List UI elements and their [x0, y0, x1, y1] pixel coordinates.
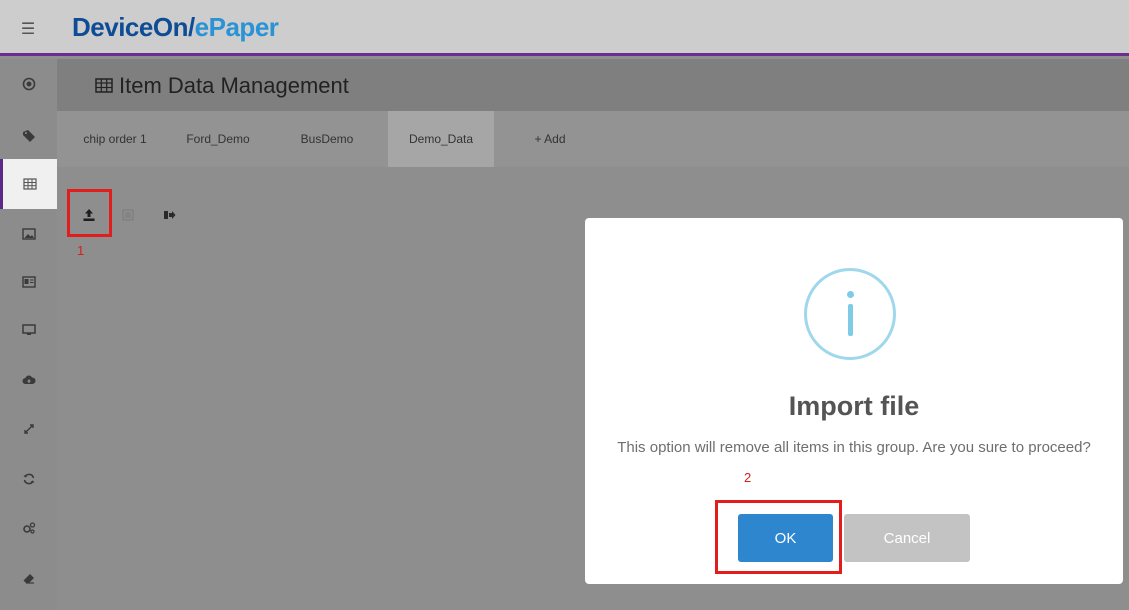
cancel-button[interactable]: Cancel: [844, 514, 970, 562]
top-bar: ☰ DeviceOn/ePaper: [0, 0, 1129, 56]
export-button[interactable]: [155, 201, 183, 229]
tab-chip-order-1[interactable]: chip order 1: [65, 111, 165, 167]
sidebar-item-settings[interactable]: [0, 503, 57, 553]
tag-icon: [22, 130, 35, 142]
sidebar-item-item-data[interactable]: [0, 159, 57, 209]
page-header: Item Data Management: [57, 59, 1129, 111]
sign-out-icon: [163, 211, 175, 219]
highlight-box-import: [67, 189, 112, 237]
sidebar-item-devices[interactable]: [0, 305, 57, 355]
page-title: Item Data Management: [119, 73, 349, 98]
expand-icon: [23, 424, 34, 434]
sidebar-item-images[interactable]: [0, 209, 57, 259]
sidebar-item-dashboard[interactable]: [0, 59, 57, 109]
table-icon: [95, 78, 113, 93]
tab-busdemo[interactable]: BusDemo: [287, 111, 367, 167]
sidebar-item-sync[interactable]: [0, 454, 57, 504]
sidebar-item-tags[interactable]: [0, 111, 57, 161]
tab-demo-data[interactable]: Demo_Data: [388, 111, 494, 167]
sidebar-item-clear[interactable]: [0, 553, 57, 603]
sidebar-item-cloud[interactable]: [0, 355, 57, 405]
brand-logo[interactable]: DeviceOn/ePaper: [72, 12, 279, 43]
add-tab-button[interactable]: + Add: [525, 111, 575, 167]
import-file-dialog: Import file This option will remove all …: [585, 218, 1123, 584]
highlight-box-ok: [715, 500, 842, 574]
image-icon: [21, 228, 36, 240]
cogs-icon: [22, 522, 35, 534]
refresh-icon: [23, 473, 34, 485]
monitor-icon: [21, 324, 36, 335]
hamburger-menu-icon[interactable]: ☰: [0, 0, 56, 56]
cloud-upload-icon: [22, 375, 36, 384]
globe-icon: [22, 77, 35, 91]
step-2-label: 2: [744, 470, 752, 485]
group-tabs: chip order 1 Ford_Demo BusDemo Demo_Data…: [57, 111, 1129, 167]
tab-ford-demo[interactable]: Ford_Demo: [174, 111, 262, 167]
brand-name-part2: ePaper: [194, 12, 279, 42]
info-icon: [804, 268, 896, 360]
list-button[interactable]: [114, 201, 142, 229]
sidebar: [0, 59, 57, 610]
sidebar-item-templates[interactable]: [0, 257, 57, 307]
list-icon: [122, 209, 134, 221]
step-1-label: 1: [77, 243, 85, 258]
sidebar-item-resize[interactable]: [0, 404, 57, 454]
eraser-icon: [23, 574, 34, 584]
id-card-icon: [21, 276, 36, 288]
dialog-title: Import file: [788, 391, 920, 421]
dialog-message: This option will remove all items in thi…: [617, 439, 1091, 456]
table-icon: [23, 178, 37, 190]
brand-name-part1: DeviceOn/: [72, 12, 195, 42]
